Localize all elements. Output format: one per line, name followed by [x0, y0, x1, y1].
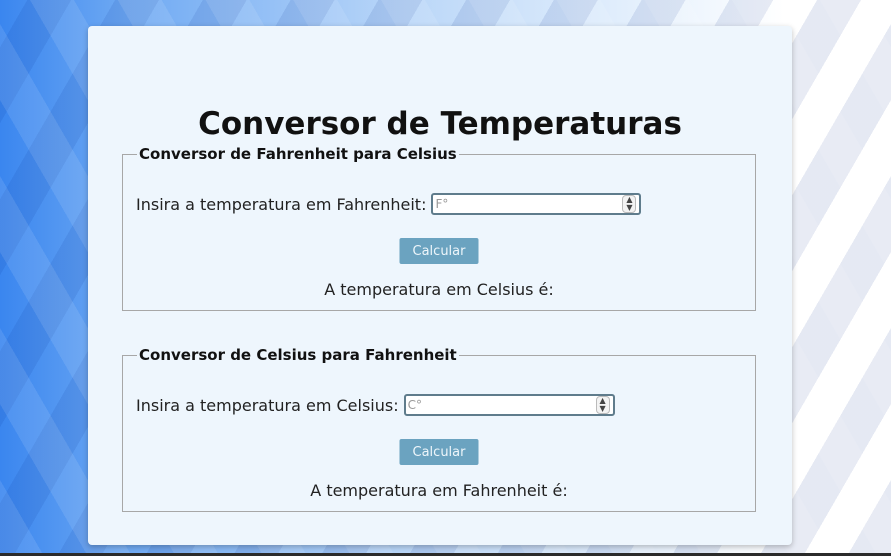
- spinner-down-icon[interactable]: ▼: [626, 204, 632, 212]
- page-title: Conversor de Temperaturas: [198, 106, 682, 142]
- fahrenheit-to-celsius-fieldset: Conversor de Fahrenheit para Celsius Ins…: [122, 145, 756, 311]
- fahrenheit-number-field[interactable]: ▲ ▼: [431, 193, 642, 215]
- fahrenheit-input-label: Insira a temperatura em Fahrenheit:: [136, 194, 427, 214]
- celsius-to-fahrenheit-legend: Conversor de Celsius para Fahrenheit: [139, 346, 457, 364]
- celsius-input[interactable]: [407, 398, 578, 412]
- celsius-spinner[interactable]: ▲ ▼: [595, 396, 610, 414]
- celsius-number-field[interactable]: ▲ ▼: [403, 394, 615, 416]
- fahrenheit-input-row: Insira a temperatura em Fahrenheit: ▲ ▼: [136, 193, 642, 215]
- celsius-result-text: A temperatura em Celsius é:: [324, 280, 554, 299]
- celsius-input-label: Insira a temperatura em Celsius:: [136, 395, 399, 415]
- fahrenheit-input[interactable]: [435, 197, 606, 211]
- calculate-fahrenheit-button[interactable]: Calcular: [399, 439, 479, 465]
- fahrenheit-to-celsius-legend: Conversor de Fahrenheit para Celsius: [139, 145, 457, 163]
- fahrenheit-result-text: A temperatura em Fahrenheit é:: [310, 481, 568, 500]
- calculate-celsius-button[interactable]: Calcular: [399, 238, 479, 264]
- spinner-down-icon[interactable]: ▼: [600, 405, 606, 413]
- fahrenheit-spinner[interactable]: ▲ ▼: [622, 195, 637, 213]
- celsius-to-fahrenheit-fieldset: Conversor de Celsius para Fahrenheit Ins…: [122, 346, 756, 512]
- celsius-input-row: Insira a temperatura em Celsius: ▲ ▼: [136, 394, 615, 416]
